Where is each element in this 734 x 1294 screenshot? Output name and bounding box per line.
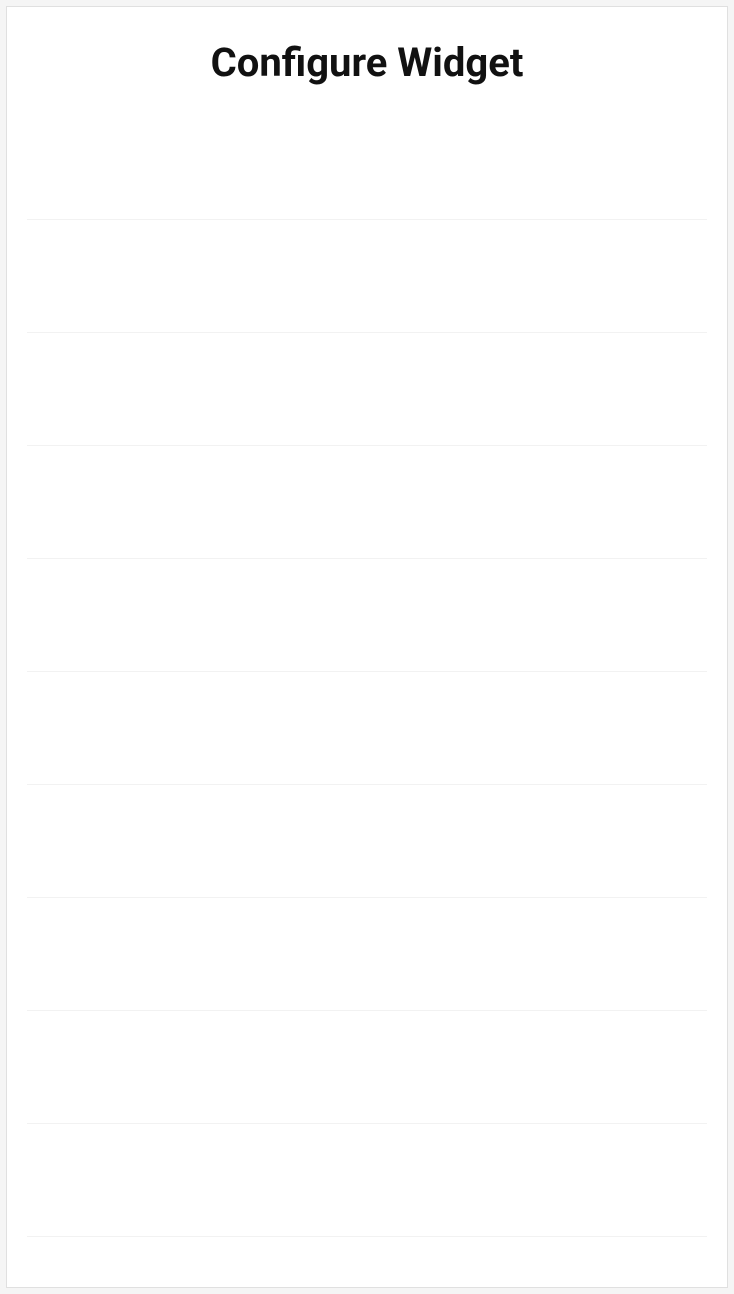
list-item[interactable] — [27, 1124, 707, 1237]
scroll-spacer — [27, 1237, 707, 1287]
widget-list-scroll[interactable] — [27, 107, 707, 1287]
list-item[interactable] — [27, 220, 707, 333]
list-item[interactable] — [27, 446, 707, 559]
configure-widget-window: Configure Widget — [6, 6, 728, 1288]
list-item[interactable] — [27, 107, 707, 220]
page-title: Configure Widget — [7, 7, 727, 98]
list-item[interactable] — [27, 333, 707, 446]
list-item[interactable] — [27, 785, 707, 898]
list-item[interactable] — [27, 672, 707, 785]
list-item[interactable] — [27, 1011, 707, 1124]
list-item[interactable] — [27, 898, 707, 1011]
list-item[interactable] — [27, 559, 707, 672]
